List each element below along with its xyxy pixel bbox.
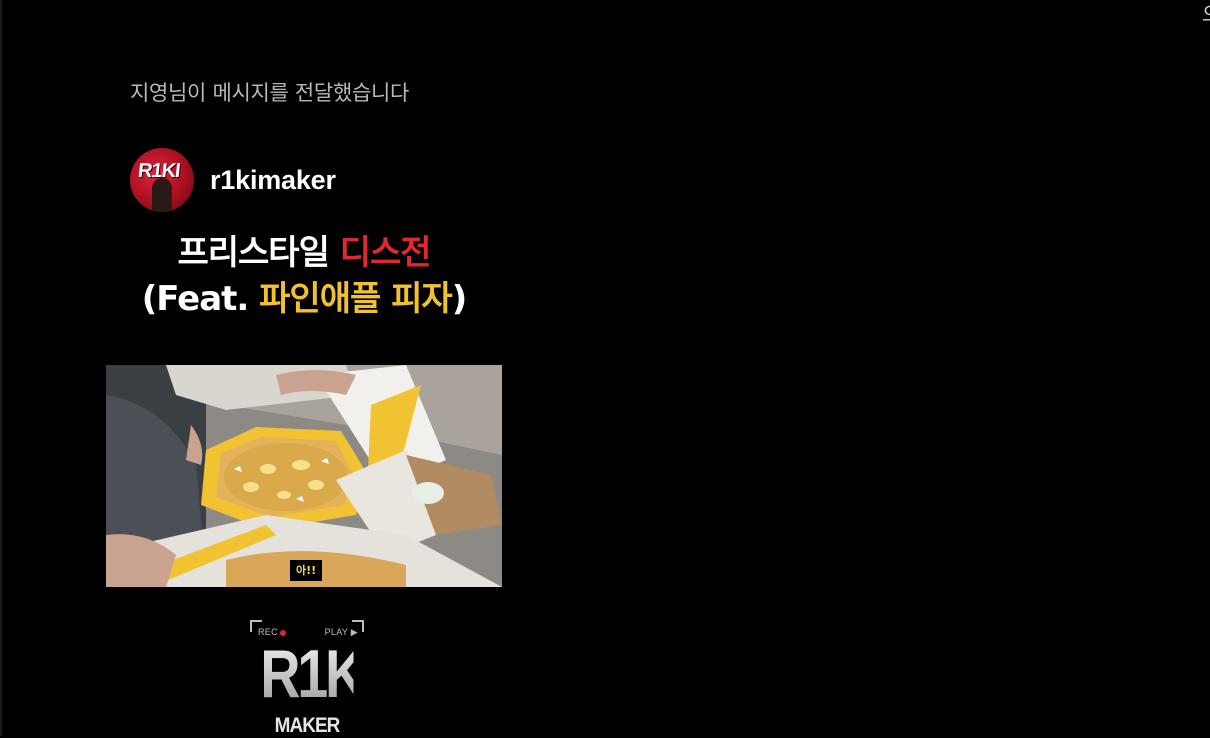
- video-subtitle: 아!!: [290, 560, 323, 581]
- headline-yellow-text: 파인애플 피자: [259, 279, 453, 319]
- window-edge: [0, 0, 2, 736]
- forwarded-message-note: 지영님이 메시지를 전달했습니다: [130, 81, 410, 105]
- post-headline: 프리스타일 디스전 (Feat. 파인애플 피자): [106, 230, 502, 322]
- headline-line-2: (Feat. 파인애플 피자): [106, 276, 502, 322]
- logo-wordmark-bottom: MAKER: [274, 714, 341, 737]
- message-viewer: 오 지영님이 메시지를 전달했습니다 R1KI r1kimaker 프리스타일 …: [0, 0, 1210, 737]
- video-thumbnail[interactable]: 아!!: [106, 365, 502, 587]
- record-dot-icon: [279, 629, 286, 636]
- logo-wordmark-top: R1KI: [260, 636, 377, 712]
- headline-red-text: 디스전: [339, 233, 432, 273]
- headline-line-1: 프리스타일 디스전: [106, 230, 502, 276]
- top-right-label: 오: [1202, 2, 1210, 26]
- headline-plain-text: 프리스타일: [177, 233, 340, 273]
- author-handle[interactable]: r1kimaker: [210, 165, 336, 196]
- post-author[interactable]: R1KI r1kimaker: [130, 148, 336, 212]
- avatar-figure: [152, 178, 172, 212]
- headline-feat-open: (Feat.: [141, 279, 260, 319]
- channel-logo: REC PLAY ▶ R1KI MAKER: [250, 620, 377, 737]
- headline-feat-close: ): [451, 279, 468, 319]
- pizza-scene-image: [106, 365, 502, 587]
- avatar[interactable]: R1KI: [130, 148, 194, 212]
